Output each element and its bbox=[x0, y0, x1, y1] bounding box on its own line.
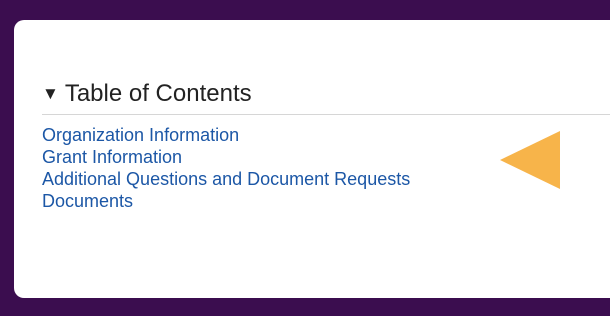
purple-frame: ▼ Table of Contents Organization Informa… bbox=[0, 0, 610, 316]
list-item: Documents bbox=[42, 190, 410, 212]
toc-list: Organization Information Grant Informati… bbox=[42, 124, 410, 212]
list-item: Organization Information bbox=[42, 124, 410, 146]
list-item: Grant Information bbox=[42, 146, 410, 168]
caret-down-icon: ▼ bbox=[42, 84, 59, 103]
list-item: Additional Questions and Document Reques… bbox=[42, 168, 410, 190]
toc-link-additional-questions[interactable]: Additional Questions and Document Reques… bbox=[42, 169, 410, 189]
toc-link-grant-information[interactable]: Grant Information bbox=[42, 147, 182, 167]
left-pointing-arrow-icon bbox=[500, 131, 560, 189]
toc-toggle[interactable]: ▼ Table of Contents bbox=[42, 80, 610, 115]
toc-link-documents[interactable]: Documents bbox=[42, 191, 133, 211]
toc-title: Table of Contents bbox=[64, 80, 252, 107]
content-panel: ▼ Table of Contents Organization Informa… bbox=[14, 20, 610, 298]
toc-link-organization-information[interactable]: Organization Information bbox=[42, 125, 239, 145]
